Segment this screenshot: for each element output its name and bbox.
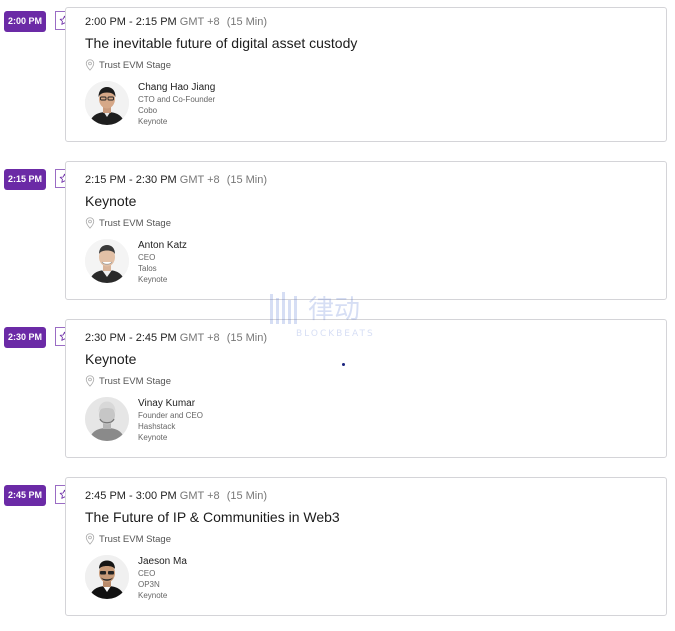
speaker-role: CTO and Co-Founder <box>138 95 216 104</box>
speaker-type: Keynote <box>138 117 168 126</box>
cursor-dot <box>342 363 345 366</box>
speaker-company: Cobo <box>138 106 158 115</box>
session-time: 2:45 PM - 3:00 PM GMT +8 (15 Min) <box>85 490 268 502</box>
session-time: 2:15 PM - 2:30 PM GMT +8 (15 Min) <box>85 174 268 186</box>
session-title[interactable]: The Future of IP & Communities in Web3 <box>85 509 340 525</box>
speaker-company: Hashstack <box>138 422 176 431</box>
session-time: 2:00 PM - 2:15 PM GMT +8 (15 Min) <box>85 16 268 28</box>
speaker-role: CEO <box>138 253 156 262</box>
session-location: Trust EVM Stage <box>85 59 171 71</box>
session-location: Trust EVM Stage <box>85 217 171 229</box>
map-pin-icon <box>85 533 95 545</box>
speaker-type: Keynote <box>138 591 168 600</box>
session-card[interactable]: 2:45 PM - 3:00 PM GMT +8 (15 Min) The Fu… <box>65 477 667 616</box>
speaker-name[interactable]: Jaeson Ma <box>138 556 187 567</box>
session-card[interactable]: 2:15 PM - 2:30 PM GMT +8 (15 Min) Keynot… <box>65 161 667 300</box>
speaker-type: Keynote <box>138 433 168 442</box>
session-location: Trust EVM Stage <box>85 533 171 545</box>
session-location: Trust EVM Stage <box>85 375 171 387</box>
speaker-role: Founder and CEO <box>138 411 203 420</box>
time-badge: 2:00 PM <box>4 11 46 32</box>
speaker-company: Talos <box>138 264 157 273</box>
speaker-name[interactable]: Vinay Kumar <box>138 398 203 409</box>
session-card[interactable]: 2:00 PM - 2:15 PM GMT +8 (15 Min) The in… <box>65 7 667 142</box>
speaker-info: Anton Katz CEO Talos Keynote <box>138 240 187 285</box>
map-pin-icon <box>85 59 95 71</box>
speaker-company: OP3N <box>138 580 160 589</box>
speaker-avatar[interactable] <box>85 239 129 283</box>
session-card[interactable]: 2:30 PM - 2:45 PM GMT +8 (15 Min) Keynot… <box>65 319 667 458</box>
session-title[interactable]: Keynote <box>85 193 136 209</box>
time-badge: 2:30 PM <box>4 327 46 348</box>
speaker-info: Chang Hao Jiang CTO and Co-Founder Cobo … <box>138 82 215 127</box>
speaker-role: CEO <box>138 569 156 578</box>
map-pin-icon <box>85 217 95 229</box>
speaker-name[interactable]: Anton Katz <box>138 240 187 251</box>
speaker-name[interactable]: Chang Hao Jiang <box>138 82 215 93</box>
speaker-avatar[interactable] <box>85 81 129 125</box>
session-title[interactable]: Keynote <box>85 351 136 367</box>
speaker-info: Jaeson Ma CEO OP3N Keynote <box>138 556 187 601</box>
speaker-avatar[interactable] <box>85 555 129 599</box>
speaker-type: Keynote <box>138 275 168 284</box>
speaker-info: Vinay Kumar Founder and CEO Hashstack Ke… <box>138 398 203 443</box>
session-time: 2:30 PM - 2:45 PM GMT +8 (15 Min) <box>85 332 268 344</box>
time-badge: 2:15 PM <box>4 169 46 190</box>
map-pin-icon <box>85 375 95 387</box>
speaker-avatar[interactable] <box>85 397 129 441</box>
time-badge: 2:45 PM <box>4 485 46 506</box>
session-title[interactable]: The inevitable future of digital asset c… <box>85 35 357 51</box>
